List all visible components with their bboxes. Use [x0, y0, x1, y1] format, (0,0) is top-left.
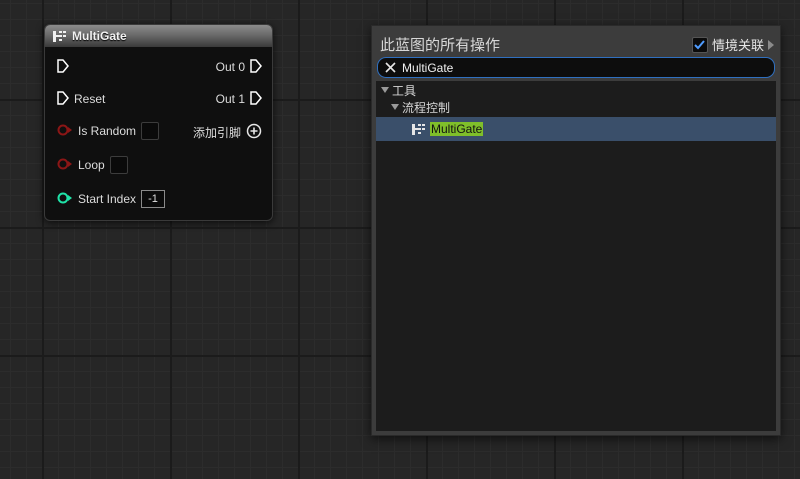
pin-row-loop: Loop — [45, 155, 272, 175]
flow-control-icon — [412, 123, 426, 135]
start-index-label: Start Index — [78, 192, 137, 206]
reset-label: Reset — [74, 92, 106, 106]
node-header[interactable]: MultiGate — [45, 25, 272, 47]
flow-control-icon — [53, 30, 67, 42]
tree-item-label: 工具 — [392, 83, 417, 98]
clear-search-icon[interactable] — [385, 62, 396, 73]
menu-title: 此蓝图的所有操作 — [380, 37, 501, 54]
pin-row-reset: Reset Out 1 — [45, 89, 272, 109]
bool-pin-icon[interactable] — [57, 158, 73, 173]
context-sensitive-label: 情境关联 — [711, 38, 764, 53]
bool-pin-icon[interactable] — [57, 124, 73, 139]
tree-item-label: MultiGate — [430, 122, 484, 136]
tree-item-label: 流程控制 — [402, 100, 451, 115]
out1-label: Out 1 — [215, 92, 245, 106]
loop-label: Loop — [78, 158, 105, 172]
search-input[interactable] — [402, 60, 742, 75]
context-sensitive-checkbox[interactable] — [691, 36, 708, 53]
search-box — [377, 57, 775, 78]
pin-row-start-index: Start Index -1 — [45, 189, 272, 209]
node-title: MultiGate — [72, 29, 127, 43]
pin-row-exec: Out 0 — [45, 57, 272, 77]
is-random-label: Is Random — [78, 124, 137, 138]
context-sensitive-toggle[interactable]: 情境关联 — [691, 35, 774, 54]
tree-category-flow-control[interactable]: 流程控制 — [376, 98, 776, 116]
action-tree: 工具 流程控制 MultiGate — [376, 81, 776, 431]
loop-checkbox[interactable] — [109, 156, 128, 174]
tree-item-multigate[interactable]: MultiGate — [376, 117, 776, 141]
chevron-right-icon[interactable] — [768, 39, 774, 50]
add-pin-label[interactable]: 添加引脚 — [193, 124, 241, 141]
multigate-node[interactable]: MultiGate Out 0 Reset Out 1 Is Random 添加… — [44, 24, 273, 221]
add-pin-plus-icon[interactable] — [246, 123, 262, 142]
reset-exec-pin-icon[interactable] — [57, 90, 69, 108]
exec-output-pin-icon[interactable] — [250, 90, 262, 108]
exec-output-pin-icon[interactable] — [250, 58, 262, 76]
exec-input-pin-icon[interactable] — [57, 58, 69, 76]
pin-row-is-random: Is Random 添加引脚 — [45, 121, 272, 141]
action-menu: 此蓝图的所有操作 情境关联 工具 流程控制 — [371, 25, 781, 436]
tree-category-tools[interactable]: 工具 — [376, 81, 776, 99]
out0-label: Out 0 — [215, 60, 245, 74]
expand-triangle-icon[interactable] — [381, 87, 389, 93]
is-random-checkbox[interactable] — [141, 122, 160, 140]
start-index-input[interactable]: -1 — [141, 190, 166, 208]
expand-triangle-icon[interactable] — [391, 104, 399, 110]
int-pin-icon[interactable] — [57, 192, 73, 207]
